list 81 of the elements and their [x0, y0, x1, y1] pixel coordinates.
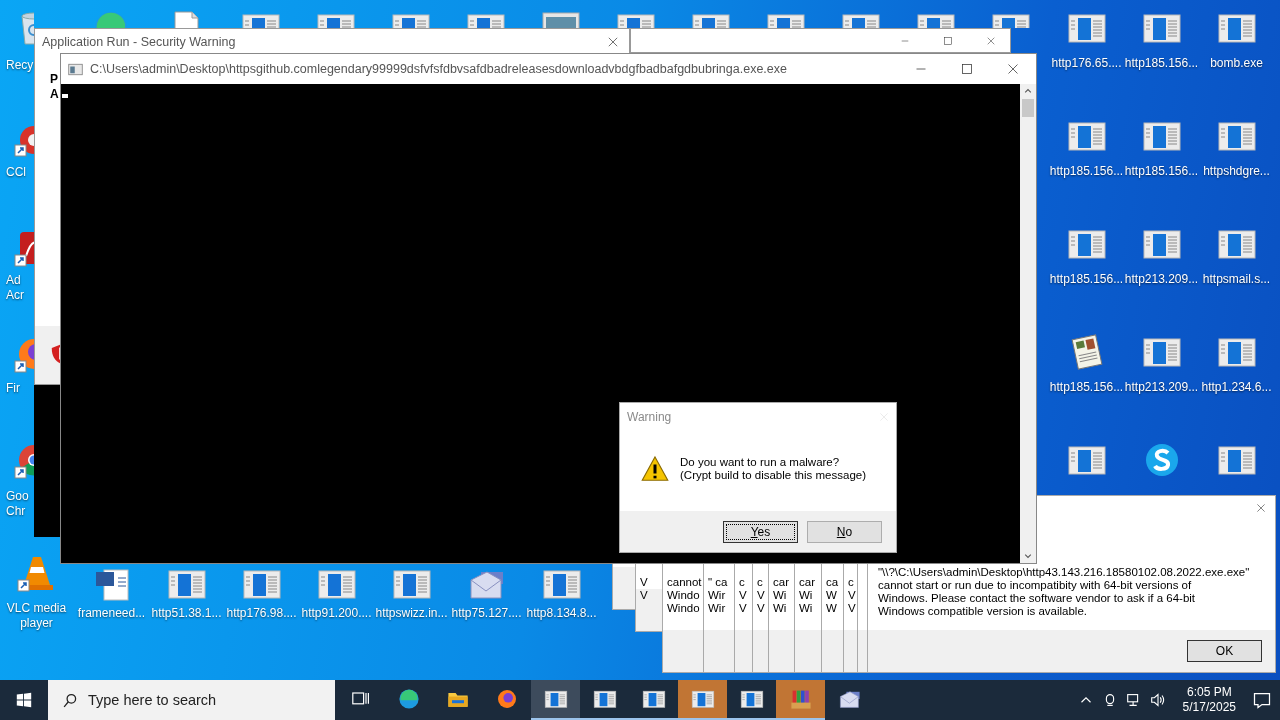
message-text: V — [848, 602, 857, 615]
icon-label: frameneed... — [77, 606, 146, 621]
message-text: V — [848, 589, 857, 602]
clock-time: 6:05 PM — [1186, 685, 1232, 700]
clock[interactable]: 6:05 PM 5/17/2025 — [1172, 685, 1246, 715]
window-title: Application Run - Security Warning — [42, 34, 237, 49]
icon-label: http91.200.... — [301, 606, 372, 621]
dialog-text: A — [50, 87, 59, 101]
message-text: V — [757, 602, 766, 615]
browser-icon — [396, 687, 421, 711]
icon-label: VLC media player — [6, 601, 67, 631]
message-text: c — [739, 576, 746, 589]
window-title: C:\Users\admin\Desktop\httpsgithub.comlegendary99999dsfvfsfdbvsafdbadreleasesdownloadvbdgfbadbafgdbubringa.exe.exe — [90, 62, 788, 76]
icon-label: http75.127.... — [451, 606, 522, 621]
message-text: cannot — [667, 576, 703, 589]
message-text: (Crypt build to disable this message) — [680, 469, 866, 482]
message-text: Wi — [773, 602, 788, 615]
warning-icon — [640, 454, 670, 484]
icon-label: http8.134.8... — [526, 606, 597, 621]
message-text: Windo — [667, 602, 701, 615]
console-icon — [68, 61, 83, 77]
icon-label: httpswizz.in... — [375, 606, 448, 621]
yes-button[interactable]: Yes — [723, 520, 798, 543]
search-field[interactable]: Type here to search — [48, 680, 335, 720]
start-icon[interactable] — [15, 691, 33, 709]
message-text: Windows. Please contact the software vendor to ask if a 64-bit — [878, 592, 1197, 605]
message-text: Wir — [708, 602, 727, 615]
icon-label: http185.156... — [1124, 56, 1199, 71]
window-title: Warning — [627, 410, 673, 424]
message-text: V — [739, 589, 748, 602]
icon-label: http176.65.... — [1051, 56, 1122, 71]
message-text: cannot start or run due to incompatibity with 64-bit versions of — [878, 579, 1193, 592]
icon-label: httpshdgre... — [1203, 164, 1270, 179]
dialog-footer — [613, 567, 636, 609]
icon-label: http185.156... — [1049, 380, 1124, 395]
icon-label: http185.156... — [1049, 164, 1124, 179]
message-text: " ca — [708, 576, 729, 589]
icon-label: http185.156... — [1124, 164, 1199, 179]
icon-label: Recy — [6, 58, 34, 73]
message-text: c — [757, 576, 764, 589]
icon-label: http213.209... — [1124, 380, 1199, 395]
message-text: c — [848, 576, 855, 589]
message-text: W — [826, 602, 838, 615]
message-text: V — [757, 589, 766, 602]
message-text: V — [640, 576, 649, 589]
search-icon — [62, 692, 79, 709]
speaker-icon[interactable] — [1148, 691, 1167, 709]
no-button[interactable]: No — [807, 520, 882, 543]
message-text: W — [826, 589, 838, 602]
message-text: car — [799, 576, 816, 589]
notification-icon[interactable] — [1252, 690, 1272, 710]
message-text: V — [640, 589, 649, 602]
message-text: Wi — [799, 589, 814, 602]
message-text: Wi — [773, 589, 788, 602]
ok-button[interactable]: OK — [1187, 640, 1262, 662]
message-text: ca — [826, 576, 840, 589]
icon-label: http185.156... — [1049, 272, 1124, 287]
dialog-text: P — [50, 72, 58, 86]
message-text: Windo — [667, 589, 701, 602]
scrollbar-thumb[interactable] — [1022, 99, 1034, 117]
icon-label: Ad Acr — [6, 273, 25, 303]
scrollbar[interactable] — [1020, 84, 1036, 563]
icon-label: Goo Chr — [6, 489, 30, 519]
icon-label: http51.38.1... — [151, 606, 222, 621]
dialog-footer — [795, 630, 822, 672]
message-text: V — [739, 602, 748, 615]
icon-label: http1.234.6... — [1201, 380, 1272, 395]
icon-label: http213.209... — [1124, 272, 1199, 287]
message-text: car — [773, 576, 790, 589]
icon-label: bomb.exe — [1210, 56, 1263, 71]
message-text: "\\?\C:\Users\admin\Desktop\http43.143.216.18580102.08.2022.exe.exe" — [878, 566, 1251, 579]
clock-date: 5/17/2025 — [1182, 700, 1236, 715]
icon-label: httpsmail.s... — [1202, 272, 1271, 287]
message-text: Wir — [708, 589, 727, 602]
icon-label: Fir — [6, 381, 21, 396]
taskbar-button[interactable] — [531, 680, 580, 720]
icon-label: CCl — [6, 165, 27, 180]
icon-label: http176.98.... — [226, 606, 297, 621]
message-text: Wi — [799, 602, 814, 615]
message-text: Do you want to run a malware? — [680, 456, 841, 469]
message-text: Windows compatible version is available. — [878, 605, 1088, 618]
